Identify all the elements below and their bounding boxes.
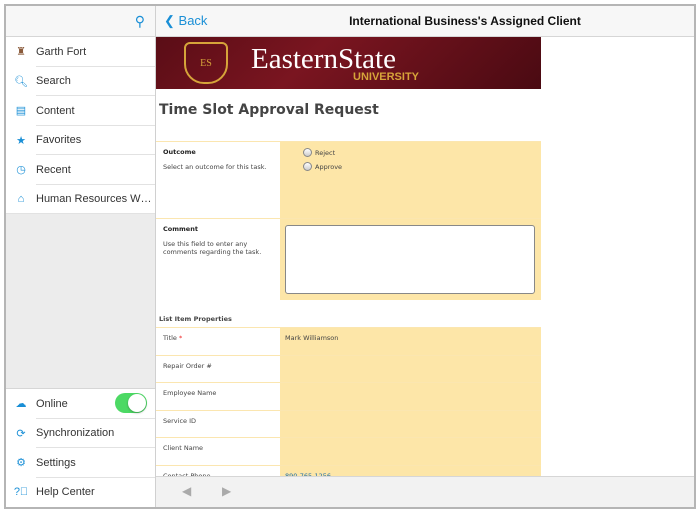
table-row: Repair Order # [156,354,541,383]
sidebar-item-help-center[interactable]: ?⃝ Help Center [6,478,155,508]
repair-order-field[interactable] [280,354,541,383]
pin-icon[interactable]: ⚲ [135,13,145,30]
user-avatar-icon: ♜ [16,46,26,59]
form-content[interactable]: ES EasternState UNIVERSITY Time Slot App… [156,37,694,476]
banner-subtitle: UNIVERSITY [353,71,420,83]
sidebar-item-content[interactable]: ▤ Content [6,96,155,126]
app-window: ⚲ ♜ Garth Fort 🔍︎ Search ▤ Content ★ Favorit… [4,4,696,509]
sidebar-item-label: Favorites [36,134,82,147]
table-row: Contact Phone 890-765-1256 [156,464,541,476]
outcome-description: Select an outcome for this task. [163,163,267,171]
sidebar-item-label: Synchronization [36,427,115,440]
crest-logo: ES [184,42,228,84]
nav-forward-icon[interactable]: ▶ [222,484,231,498]
comment-textarea[interactable] [285,225,535,294]
sidebar-item-user[interactable]: ♜ Garth Fort [6,37,155,67]
sidebar-item-label: Settings [36,456,76,469]
comment-label: Comment [163,225,198,233]
required-marker: * [179,334,183,342]
nav-back-icon[interactable]: ◀ [182,484,191,498]
sidebar-item-favorites[interactable]: ★ Favorites [6,126,155,156]
sidebar-item-human-resources[interactable]: ⌂ Human Resources W… [6,185,155,215]
sidebar: ⚲ ♜ Garth Fort 🔍︎ Search ▤ Content ★ Favorit… [6,6,156,507]
title-field[interactable]: Mark Williamson [280,327,541,355]
sidebar-item-label: Content [36,104,75,117]
task-form: Outcome Select an outcome for this task. … [156,141,541,300]
sidebar-item-label: Garth Fort [36,45,87,58]
bottom-toolbar: ◀ ▶ [156,476,694,507]
sidebar-item-label: Search [36,75,71,88]
content-icon: ▤ [15,105,27,118]
comment-description: Use this field to enter any comments reg… [163,240,262,256]
table-row: Title * Mark Williamson [156,327,541,355]
sidebar-item-label: Help Center [36,486,95,499]
home-icon: ⌂ [17,193,25,206]
gear-icon: ⚙ [16,457,26,470]
main-pane: ❮ Back International Business's Assigned… [156,6,694,507]
radio-approve[interactable]: Approve [303,162,536,171]
sidebar-item-label: Human Resources W… [36,193,152,206]
sync-icon: ⟳ [16,427,26,440]
section-heading: List Item Properties [159,315,232,323]
sidebar-item-settings[interactable]: ⚙ Settings [6,448,155,478]
sidebar-item-online: ☁ Online [6,389,155,419]
cloud-upload-icon: ☁ [15,398,27,411]
sidebar-item-recent[interactable]: ◷ Recent [6,155,155,185]
search-icon: 🔍︎ [14,75,28,88]
sidebar-item-search[interactable]: 🔍︎ Search [6,67,155,97]
sidebar-item-label: Recent [36,163,71,176]
outcome-label: Outcome [163,148,196,156]
top-bar: ❮ Back International Business's Assigned… [156,6,694,37]
form-title: Time Slot Approval Request [159,102,379,118]
radio-reject[interactable]: Reject [303,148,536,157]
table-row: Employee Name [156,382,541,410]
sidebar-item-label: Online [36,397,68,410]
table-row: Client Name [156,437,541,465]
table-row: Service ID [156,409,541,438]
star-icon: ★ [16,134,26,147]
employee-name-field[interactable] [280,382,541,410]
client-name-field[interactable] [280,437,541,465]
help-icon: ?⃝ [13,486,29,499]
service-id-field[interactable] [280,409,541,438]
sidebar-header: ⚲ [6,6,155,37]
online-toggle[interactable] [115,393,147,413]
clock-icon: ◷ [16,164,26,177]
sidebar-item-synchronization[interactable]: ⟳ Synchronization [6,419,155,449]
university-banner: ES EasternState UNIVERSITY [156,37,541,89]
page-title: International Business's Assigned Client [349,14,581,28]
properties-table: Title * Mark Williamson Repair Order # Em… [156,327,541,476]
